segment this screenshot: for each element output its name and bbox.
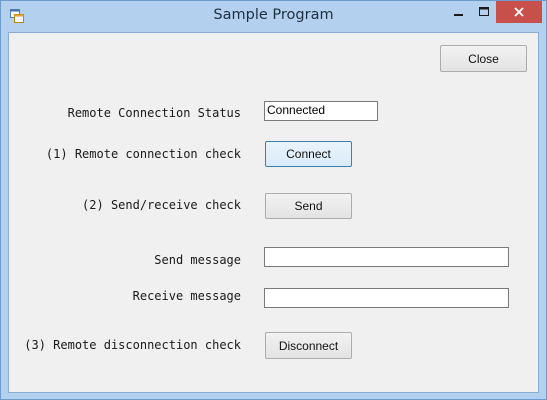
remote-status-label: Remote Connection Status bbox=[67, 106, 241, 120]
send-button[interactable]: Send bbox=[265, 193, 352, 219]
minimize-button[interactable] bbox=[445, 1, 472, 23]
minimize-icon bbox=[453, 14, 463, 16]
title-bar[interactable]: Sample Program bbox=[1, 1, 546, 31]
maximize-icon bbox=[479, 7, 489, 16]
disconnect-button[interactable]: Disconnect bbox=[265, 332, 352, 359]
connection-check-label: (1) Remote connection check bbox=[45, 147, 241, 161]
connect-button[interactable]: Connect bbox=[265, 141, 352, 167]
send-message-input[interactable] bbox=[264, 247, 509, 267]
maximize-button[interactable] bbox=[471, 1, 498, 23]
close-button[interactable]: Close bbox=[440, 45, 527, 72]
close-icon bbox=[514, 7, 524, 17]
receive-message-input[interactable] bbox=[264, 288, 509, 308]
send-check-label: (2) Send/receive check bbox=[82, 198, 241, 212]
send-message-label: Send message bbox=[154, 253, 241, 267]
remote-status-field[interactable]: Connected bbox=[264, 101, 378, 121]
close-window-button[interactable] bbox=[496, 1, 542, 23]
receive-message-label: Receive message bbox=[132, 289, 241, 303]
main-window: Sample Program Close Remote Connection S… bbox=[0, 0, 547, 400]
disconnect-check-label: (3) Remote disconnection check bbox=[24, 338, 241, 352]
form-client-area: Close Remote Connection Status Connected… bbox=[8, 32, 539, 393]
